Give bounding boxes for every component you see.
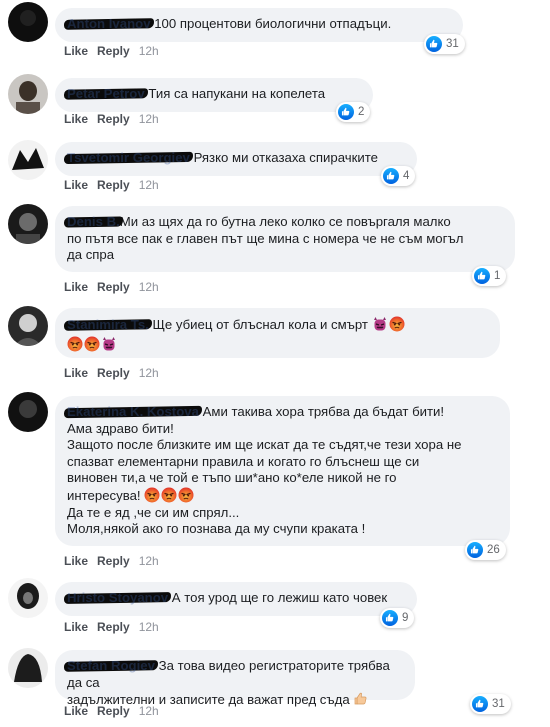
comment-bubble: Denis B.Ми аз щях да го бутна леко колко… — [55, 206, 515, 272]
like-button[interactable]: Like — [64, 178, 88, 192]
comment-actions: Like Reply 12h — [64, 44, 159, 58]
reply-button[interactable]: Reply — [97, 366, 130, 380]
comment-text-line1: Ми аз щях да го бутна леко колко се повъ… — [119, 214, 451, 229]
avatar[interactable] — [8, 578, 48, 618]
reaction-count[interactable]: 31 — [424, 34, 465, 54]
avatar[interactable] — [8, 204, 48, 244]
angry-emoji-icon — [84, 336, 100, 352]
comment-bubble: Ekaterina K. Kostova Ами такива хора тря… — [55, 396, 510, 546]
reply-button[interactable]: Reply — [97, 704, 130, 718]
author-name[interactable]: Anton Ivanov — [63, 16, 154, 33]
reaction-count[interactable]: 2 — [336, 102, 371, 122]
avatar[interactable] — [8, 392, 48, 432]
timestamp[interactable]: 12h — [139, 280, 159, 294]
devil-emoji-icon — [101, 336, 117, 352]
angry-emoji-icon — [161, 487, 177, 503]
like-button[interactable]: Like — [64, 554, 88, 568]
comment-bubble: Hristo Stoyanov А тоя урод ще го лежиш к… — [55, 582, 417, 616]
comment-text-line: Ама здраво бити! — [67, 420, 174, 436]
comment-text: по пътя все пак е главен път ще мина с н… — [67, 230, 464, 263]
author-name[interactable]: Stanimira Ts. — [63, 317, 152, 334]
author-name[interactable]: Petar Petrov — [63, 86, 148, 103]
reply-button[interactable]: Reply — [97, 44, 130, 58]
reply-button[interactable]: Reply — [97, 620, 130, 634]
avatar[interactable] — [8, 140, 48, 180]
angry-emoji-icon — [67, 336, 83, 352]
comment-text-line: Моля,някой ако го познава да му счупи кр… — [67, 521, 366, 537]
reply-button[interactable]: Reply — [97, 112, 130, 126]
like-icon — [382, 610, 398, 626]
reaction-count[interactable]: 9 — [380, 608, 415, 628]
author-name[interactable]: Hristo Stoyanov — [63, 590, 172, 607]
reaction-count[interactable]: 1 — [472, 266, 507, 286]
like-button[interactable]: Like — [64, 280, 88, 294]
comment-text: А тоя урод ще го лежиш като човек — [171, 590, 388, 605]
like-icon — [338, 104, 354, 120]
comment-bubble: Tsvetomir Georgiev Рязко ми отказаха спи… — [55, 142, 417, 176]
reaction-count[interactable]: 31 — [470, 694, 511, 714]
comment-text-line: спазват елементарни правила и когато го … — [67, 453, 420, 469]
timestamp[interactable]: 12h — [139, 44, 159, 58]
avatar[interactable] — [8, 306, 48, 346]
avatar[interactable] — [8, 2, 48, 42]
comment-text: Рязко ми отказаха спирачките — [193, 150, 378, 165]
timestamp[interactable]: 12h — [139, 620, 159, 634]
timestamp[interactable]: 12h — [139, 178, 159, 192]
comment-text-line: виновен ти,а че той е тъпо ши*ано ко*еле… — [67, 470, 397, 486]
thumbs-up-emoji-icon — [353, 691, 369, 707]
like-button[interactable]: Like — [64, 112, 88, 126]
comment-text: Ще убиец от блъснал кола и смърт — [152, 317, 368, 332]
timestamp[interactable]: 12h — [139, 112, 159, 126]
devil-emoji-icon — [372, 316, 388, 332]
comment-actions: Like Reply 12h — [64, 366, 159, 380]
comment-actions: Like Reply 12h — [64, 704, 159, 718]
avatar[interactable] — [8, 74, 48, 114]
comment-bubble: Anton Ivanov 100 процентови биологични о… — [55, 8, 463, 42]
timestamp[interactable]: 12h — [139, 554, 159, 568]
comment-actions: Like Reply 12h — [64, 178, 159, 192]
comment-bubble: Stanimira Ts. Ще убиец от блъснал кола и… — [55, 308, 500, 358]
comment-text-line: Да те е яд ,че си им спрял... — [67, 504, 240, 520]
comment-text-line: интересува! — [67, 487, 498, 505]
like-icon — [383, 168, 399, 184]
reaction-count[interactable]: 4 — [381, 166, 416, 186]
reaction-count[interactable]: 26 — [465, 540, 506, 560]
like-icon — [467, 542, 483, 558]
like-icon — [426, 36, 442, 52]
comment-text: 100 процентови биологични отпадъци. — [154, 16, 392, 31]
author-name[interactable]: Tsvetomir Georgiev — [63, 150, 193, 167]
like-icon — [474, 268, 490, 284]
like-button[interactable]: Like — [64, 44, 88, 58]
like-button[interactable]: Like — [64, 704, 88, 718]
comment-text-line: Защото после близките им ще искат да те … — [67, 437, 462, 453]
author-name[interactable]: Denis B. — [63, 214, 123, 231]
comment-text: Тия са напукани на копелета — [148, 86, 326, 101]
reply-button[interactable]: Reply — [97, 178, 130, 192]
author-name[interactable]: Stefan Rogiev — [63, 658, 159, 675]
angry-emoji-icon — [144, 487, 160, 503]
author-name[interactable]: Ekaterina K. Kostova — [63, 404, 202, 421]
reply-button[interactable]: Reply — [97, 554, 130, 568]
like-button[interactable]: Like — [64, 366, 88, 380]
like-icon — [472, 696, 488, 712]
comment-actions: Like Reply 12h — [64, 112, 159, 126]
comment-actions: Like Reply 12h — [64, 554, 159, 568]
comment-actions: Like Reply 12h — [64, 620, 159, 634]
comment-bubble: Petar Petrov Тия са напукани на копелета — [55, 78, 373, 112]
comment-text-line1: Ами такива хора трябва да бъдат бити! — [202, 404, 445, 419]
comment-bubble: Stefan Rogiev За това видео регистратори… — [55, 650, 415, 707]
reply-button[interactable]: Reply — [97, 280, 130, 294]
comment-actions: Like Reply 12h — [64, 280, 159, 294]
like-button[interactable]: Like — [64, 620, 88, 634]
angry-emoji-icon — [389, 316, 405, 332]
avatar[interactable] — [8, 648, 48, 688]
timestamp[interactable]: 12h — [139, 704, 159, 718]
timestamp[interactable]: 12h — [139, 366, 159, 380]
angry-emoji-icon — [178, 487, 194, 503]
